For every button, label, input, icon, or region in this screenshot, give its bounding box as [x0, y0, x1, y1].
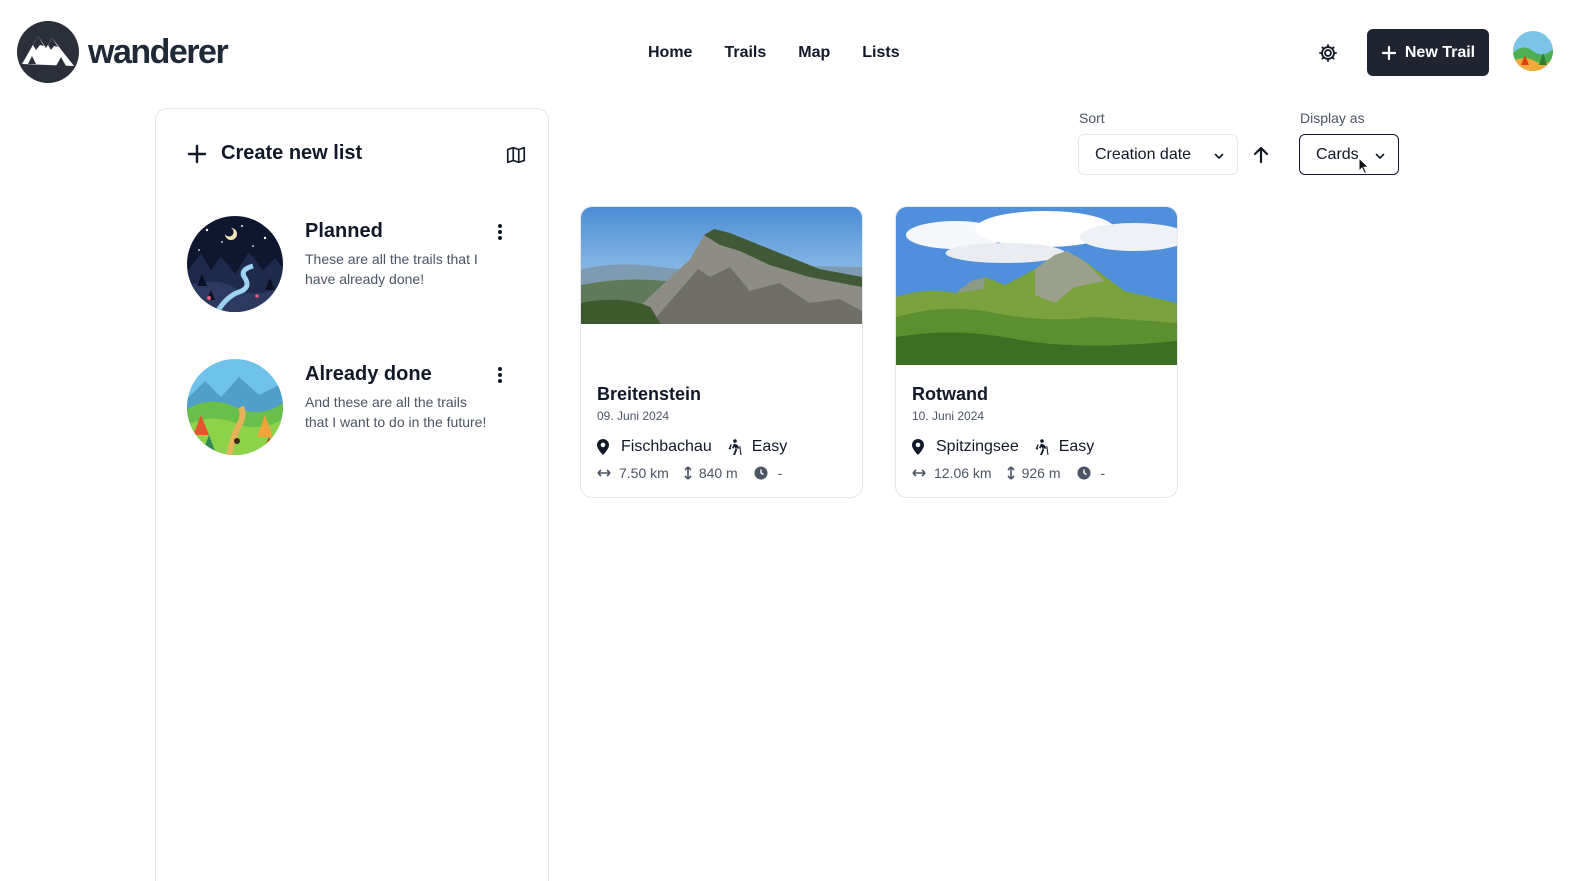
chevron-down-icon — [1375, 153, 1385, 160]
list-options-button[interactable] — [493, 222, 507, 242]
list-title: Already done — [305, 363, 432, 385]
new-trail-label: New Trail — [1404, 43, 1476, 61]
mouse-cursor-icon — [1358, 157, 1370, 175]
list-item-planned[interactable]: Planned These are all the trails that I … — [187, 216, 527, 316]
map-pin-icon — [912, 439, 924, 455]
create-list-button[interactable]: Create new list — [187, 142, 362, 165]
arrow-up-icon — [1253, 146, 1269, 164]
list-description: These are all the trails that I have alr… — [305, 251, 478, 287]
app-logo[interactable]: wanderer — [16, 20, 229, 84]
trail-name: Rotwand — [912, 384, 988, 404]
list-title: Planned — [305, 220, 383, 242]
list-thumbnail — [187, 359, 283, 455]
trail-duration: - — [1100, 465, 1106, 481]
more-vertical-icon — [498, 367, 502, 371]
hiker-icon — [1035, 439, 1049, 455]
gear-icon — [1319, 44, 1337, 62]
trail-thumbnail — [896, 207, 1177, 365]
list-item-already-done[interactable]: Already done And these are all the trail… — [187, 359, 527, 459]
main-nav: Home Trails Map Lists — [648, 44, 900, 62]
display-value: Cards — [1316, 145, 1359, 163]
trail-duration: - — [777, 465, 783, 481]
sort-label: Sort — [1079, 110, 1105, 126]
map-icon — [506, 146, 526, 164]
chevron-down-icon — [1214, 153, 1224, 160]
display-label: Display as — [1300, 110, 1365, 126]
trail-difficulty: Easy — [1058, 438, 1095, 455]
distance-arrows-icon — [597, 469, 611, 477]
trail-location: Fischbachau — [621, 438, 712, 455]
app-name: wanderer — [88, 32, 229, 71]
list-thumbnail — [187, 216, 283, 312]
lists-panel: Create new list Planned These are all th… — [155, 108, 549, 881]
user-avatar[interactable] — [1513, 31, 1553, 71]
trail-name: Breitenstein — [597, 384, 702, 404]
nav-home[interactable]: Home — [648, 44, 692, 62]
list-options-button[interactable] — [493, 365, 507, 385]
create-list-label: Create new list — [221, 142, 363, 164]
trail-difficulty: Easy — [751, 438, 788, 455]
display-select[interactable]: Cards — [1299, 134, 1399, 175]
elevation-arrows-icon — [1007, 466, 1015, 480]
nav-map[interactable]: Map — [798, 44, 830, 62]
trail-card-rotwand[interactable]: Rotwand 10. Juni 2024 Spitzingsee Easy 1… — [895, 206, 1178, 498]
plus-icon — [187, 144, 207, 163]
nav-lists[interactable]: Lists — [862, 44, 899, 62]
trail-elevation: 926 m — [1021, 465, 1061, 481]
clock-icon — [1077, 466, 1091, 480]
trail-thumbnail — [581, 207, 862, 324]
mountain-logo-icon — [17, 21, 79, 83]
sort-select[interactable]: Creation date — [1078, 134, 1238, 175]
elevation-arrows-icon — [684, 466, 692, 480]
hiker-icon — [728, 439, 742, 455]
trail-distance: 12.06 km — [934, 465, 992, 481]
nav-trails[interactable]: Trails — [724, 44, 766, 62]
avatar-image — [1513, 31, 1553, 71]
plus-icon — [1381, 45, 1396, 60]
more-vertical-icon — [498, 224, 502, 228]
new-trail-button[interactable]: New Trail — [1367, 29, 1489, 76]
list-description: And these are all the trails that I want… — [305, 394, 487, 430]
clock-icon — [754, 466, 768, 480]
trail-distance: 7.50 km — [619, 465, 669, 481]
trail-date: 09. Juni 2024 — [597, 409, 670, 423]
trail-elevation: 840 m — [698, 465, 738, 481]
trail-card-breitenstein[interactable]: Breitenstein 09. Juni 2024 Fischbachau E… — [580, 206, 863, 498]
sort-value: Creation date — [1095, 145, 1192, 163]
trail-date: 10. Juni 2024 — [912, 409, 985, 423]
map-pin-icon — [597, 439, 609, 455]
show-map-button[interactable] — [505, 144, 527, 166]
theme-toggle-button[interactable] — [1316, 41, 1340, 65]
sort-direction-button[interactable] — [1250, 144, 1272, 166]
trail-location: Spitzingsee — [936, 438, 1019, 455]
distance-arrows-icon — [912, 469, 926, 477]
